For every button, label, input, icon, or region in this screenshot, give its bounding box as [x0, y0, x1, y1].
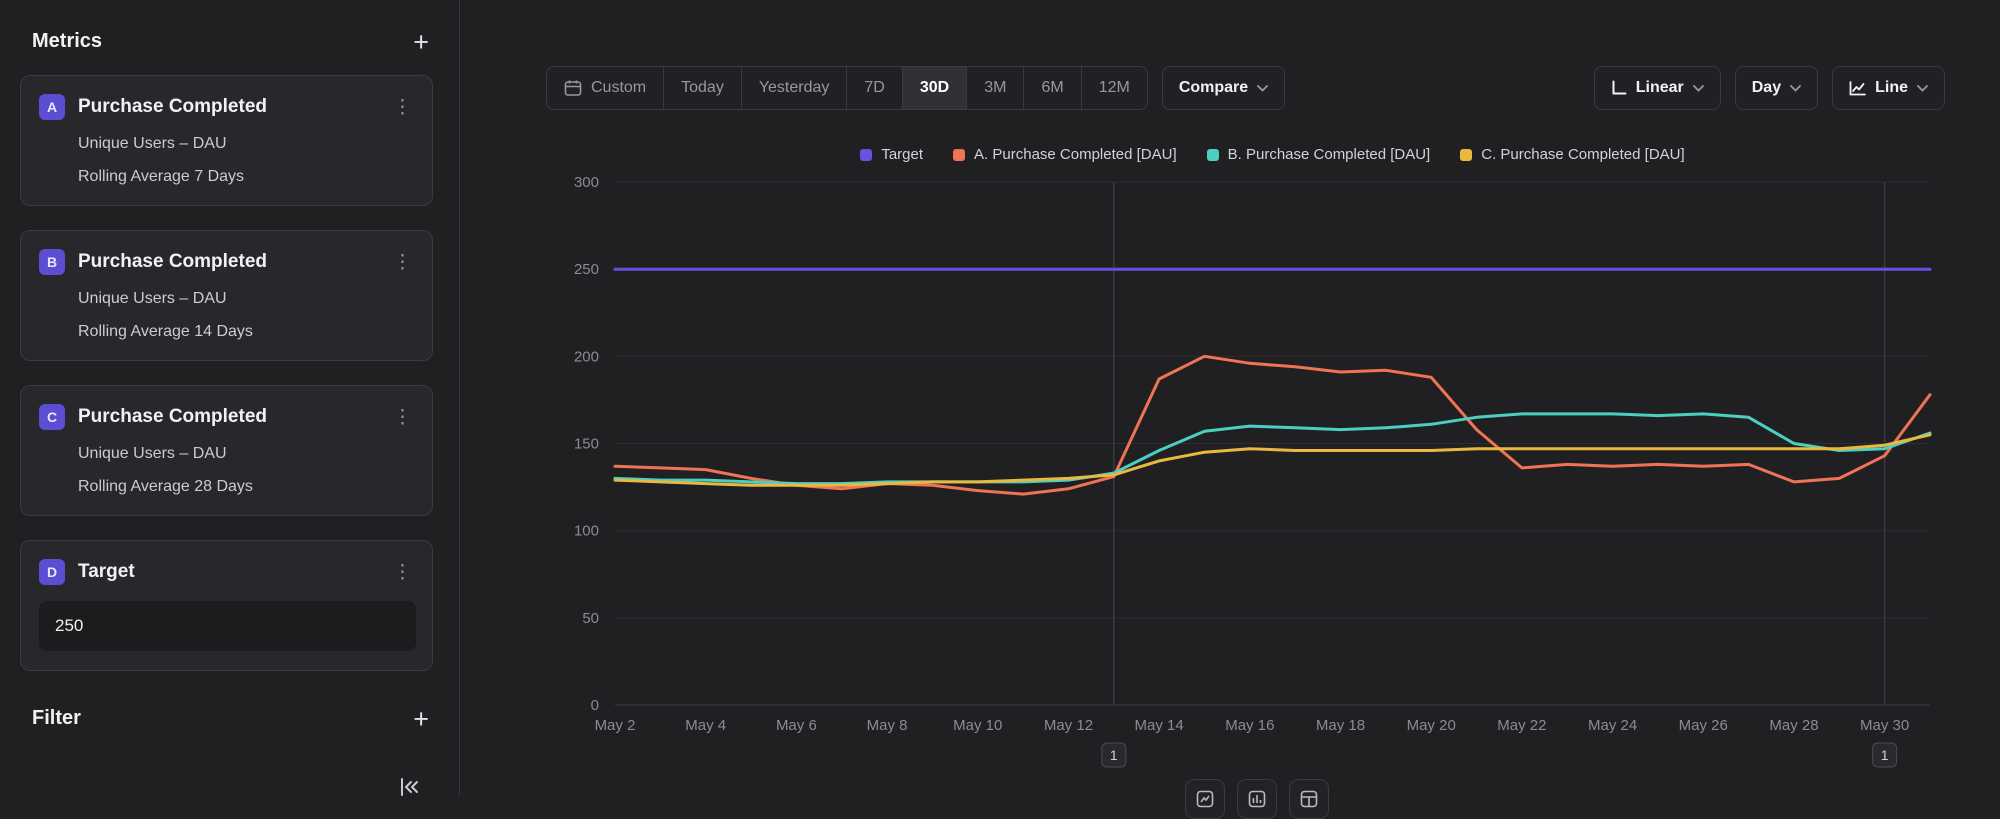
series-line-A. Purchase Completed [DAU][interactable]	[615, 356, 1930, 494]
x-axis-label: May 20	[1407, 717, 1456, 734]
x-axis-label: May 24	[1588, 717, 1637, 734]
x-axis-label: May 28	[1769, 717, 1818, 734]
x-axis-label: May 10	[953, 717, 1002, 734]
kebab-menu-icon[interactable]: ⋮	[389, 561, 416, 584]
metric-badge: C	[39, 404, 65, 430]
x-axis-label: May 26	[1679, 717, 1728, 734]
add-metric-button[interactable]: +	[413, 32, 429, 52]
metric-rolling-average: Rolling Average 28 Days	[78, 478, 416, 496]
y-axis-label: 200	[574, 348, 599, 365]
target-value-input[interactable]	[39, 601, 416, 651]
annotation-badge-label: 1	[1110, 747, 1118, 763]
metrics-header: Metrics +	[32, 30, 429, 53]
metric-card-c[interactable]: C Purchase Completed ⋮ Unique Users – DA…	[20, 385, 433, 516]
chart-view-button-2[interactable]	[1237, 779, 1277, 819]
table-view-icon	[1300, 790, 1318, 808]
metric-rolling-average: Rolling Average 14 Days	[78, 323, 416, 341]
x-axis-label: May 22	[1497, 717, 1546, 734]
y-axis-label: 300	[574, 174, 599, 191]
metric-card-a[interactable]: A Purchase Completed ⋮ Unique Users – DA…	[20, 75, 433, 206]
metric-card-header: B Purchase Completed ⋮	[39, 249, 416, 275]
x-axis-label: May 16	[1225, 717, 1274, 734]
chart-view-button-1[interactable]	[1185, 779, 1225, 819]
metric-card-b[interactable]: B Purchase Completed ⋮ Unique Users – DA…	[20, 230, 433, 361]
add-filter-button[interactable]: +	[413, 709, 429, 729]
metric-card-header: A Purchase Completed ⋮	[39, 94, 416, 120]
series-line-C. Purchase Completed [DAU][interactable]	[615, 435, 1930, 486]
metric-badge: D	[39, 559, 65, 585]
metric-measurement: Unique Users – DAU	[78, 445, 416, 463]
metric-rolling-average: Rolling Average 7 Days	[78, 168, 416, 186]
y-axis-label: 250	[574, 261, 599, 278]
metric-title: Purchase Completed	[78, 251, 267, 273]
kebab-menu-icon[interactable]: ⋮	[389, 251, 416, 274]
chart-footer-controls	[1185, 779, 1329, 819]
filter-section: Filter +	[32, 707, 429, 730]
metric-title: Purchase Completed	[78, 406, 267, 428]
y-axis-label: 50	[582, 610, 599, 627]
collapse-sidebar-icon[interactable]	[396, 774, 422, 805]
x-axis-label: May 8	[867, 717, 908, 734]
bar-view-icon	[1248, 790, 1266, 808]
kebab-menu-icon[interactable]: ⋮	[389, 96, 416, 119]
filter-title: Filter	[32, 707, 81, 730]
x-axis-label: May 30	[1860, 717, 1909, 734]
target-card[interactable]: D Target ⋮	[20, 540, 433, 671]
y-axis-label: 0	[591, 697, 599, 714]
x-axis-label: May 14	[1135, 717, 1184, 734]
x-axis-label: May 12	[1044, 717, 1093, 734]
metric-badge: B	[39, 249, 65, 275]
x-axis-label: May 4	[685, 717, 726, 734]
chart-view-icon	[1196, 790, 1214, 808]
y-axis-label: 150	[574, 436, 599, 453]
y-axis-label: 100	[574, 523, 599, 540]
table-view-button[interactable]	[1289, 779, 1329, 819]
metric-card-header: D Target ⋮	[39, 559, 416, 585]
metric-title: Purchase Completed	[78, 96, 267, 118]
chart-panel: Custom Today Yesterday 7D 30D 3M 6M 12M …	[461, 0, 2000, 796]
metric-card-header: C Purchase Completed ⋮	[39, 404, 416, 430]
x-axis-label: May 2	[595, 717, 636, 734]
metric-title: Target	[78, 561, 135, 583]
x-axis-label: May 6	[776, 717, 817, 734]
metrics-title: Metrics	[32, 30, 102, 53]
metric-measurement: Unique Users – DAU	[78, 290, 416, 308]
metrics-sidebar: Metrics + A Purchase Completed ⋮ Unique …	[0, 0, 460, 796]
kebab-menu-icon[interactable]: ⋮	[389, 406, 416, 429]
metric-badge: A	[39, 94, 65, 120]
annotation-badge-label: 1	[1881, 747, 1889, 763]
metric-measurement: Unique Users – DAU	[78, 135, 416, 153]
line-chart[interactable]: 0 50 100 150 200 250 300 1 1 May 2 May 4 May 6 May 8…	[461, 0, 2000, 796]
x-axis-label: May 18	[1316, 717, 1365, 734]
